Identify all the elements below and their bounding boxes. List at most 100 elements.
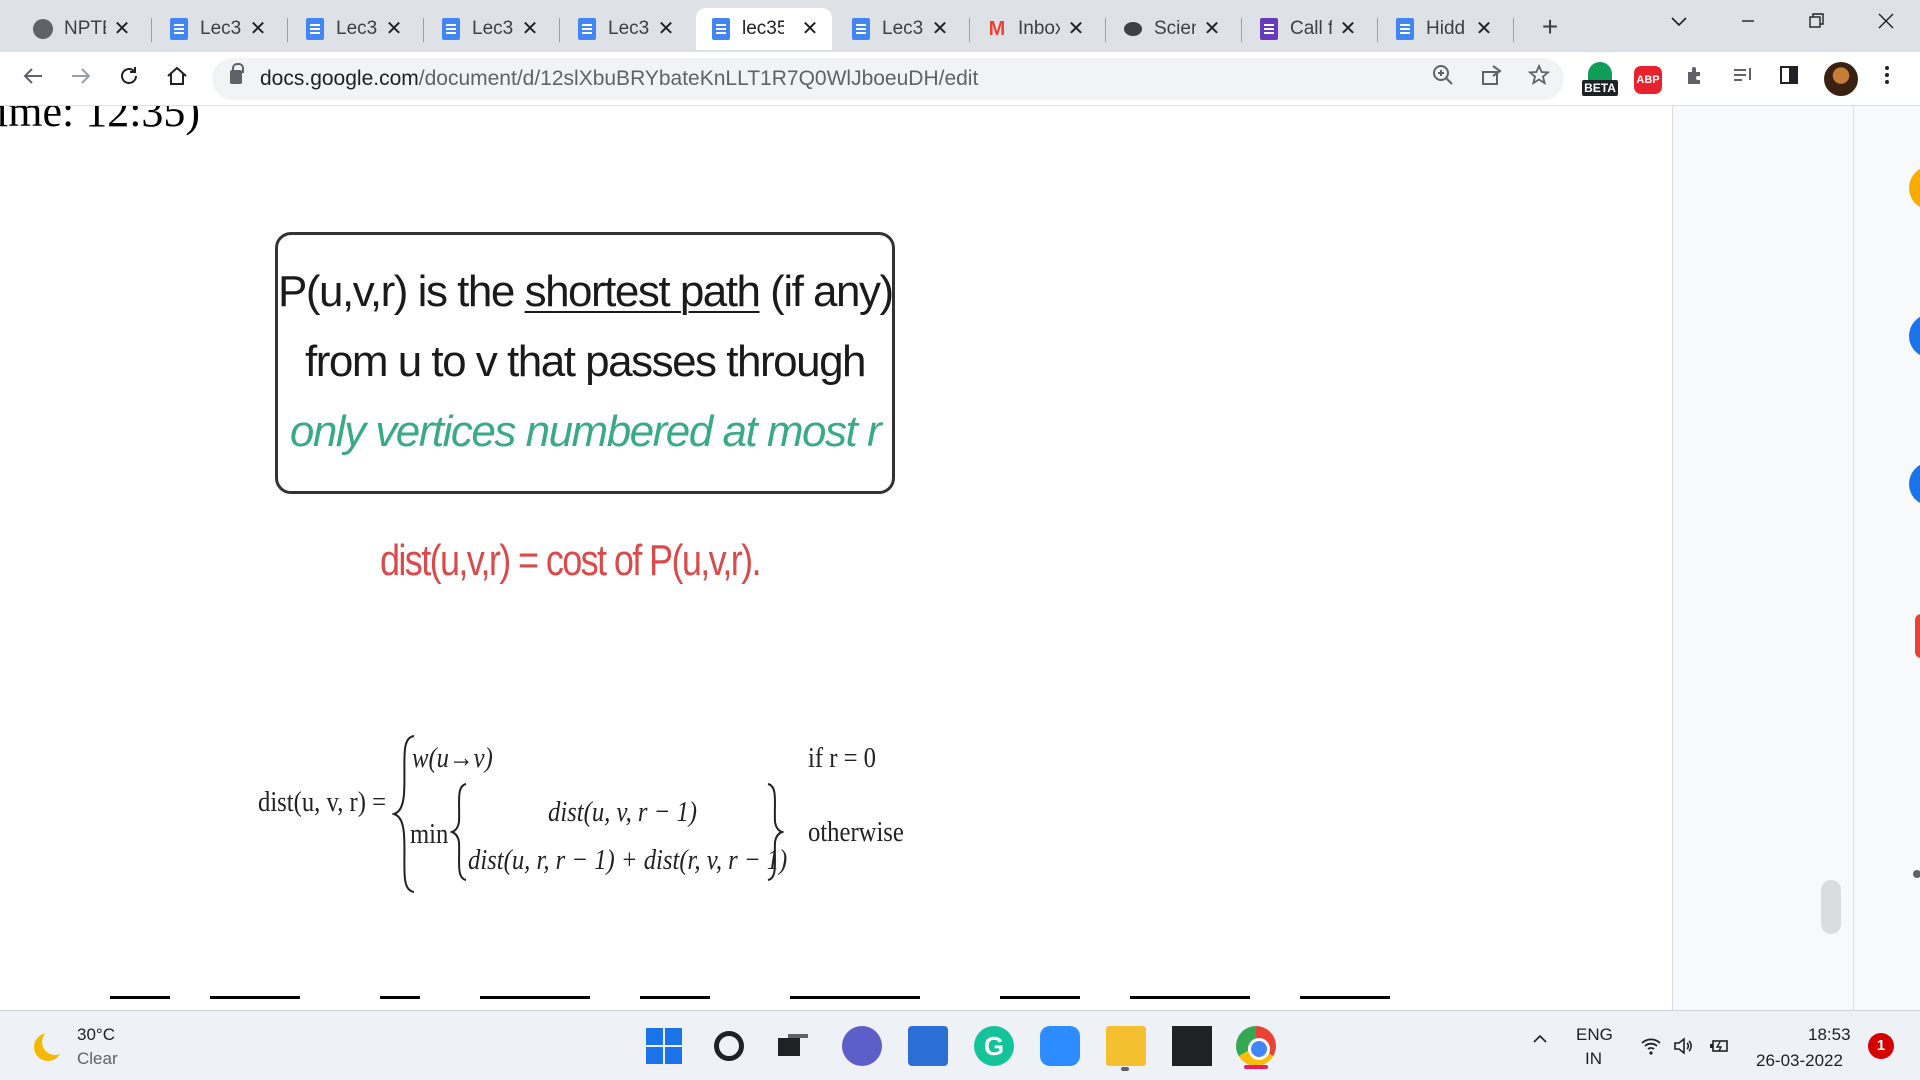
close-tab-icon[interactable]: ✕ [110, 17, 134, 41]
min-left-brace [450, 783, 467, 881]
tab-separator [1377, 18, 1378, 42]
beta-badge: BETA [1582, 80, 1618, 96]
browser-tab-active[interactable]: lec35 ✕ [696, 8, 832, 50]
address-bar[interactable]: docs.google.com/document/d/12slXbuBRYbat… [212, 58, 1564, 100]
panel-divider [1853, 106, 1854, 1010]
min-operator: min [410, 818, 449, 850]
tasks-icon[interactable] [1909, 462, 1920, 506]
case2-condition: otherwise [808, 816, 904, 848]
close-tab-icon[interactable]: ✕ [1472, 17, 1496, 41]
search-icon[interactable] [714, 1031, 744, 1061]
reading-list-icon[interactable] [1726, 62, 1760, 96]
clock-time[interactable]: 18:53 [1808, 1025, 1851, 1045]
reload-icon[interactable] [110, 60, 148, 98]
tab-search-chevron-icon[interactable] [1659, 6, 1699, 42]
browser-tab[interactable]: Lec3 ✕ [290, 8, 416, 50]
wifi-icon[interactable] [1640, 1035, 1662, 1057]
grammarly-beta-extension-icon[interactable]: BETA [1580, 62, 1620, 98]
home-icon[interactable] [158, 60, 196, 98]
document-page: ime: 12:35) P(u,v,r) is the shortest pat… [0, 106, 1672, 1010]
close-tab-icon[interactable]: ✕ [798, 17, 822, 41]
close-tab-icon[interactable]: ✕ [1200, 17, 1224, 41]
sticky-notes-icon[interactable] [1172, 1026, 1212, 1066]
tab-separator [423, 18, 424, 42]
close-tab-icon[interactable]: ✕ [928, 17, 952, 41]
tab-title: Lec3 [200, 18, 242, 39]
browser-tab[interactable]: Lec3 ✕ [836, 8, 962, 50]
back-arrow-icon[interactable] [14, 60, 52, 98]
close-tab-icon[interactable]: ✕ [246, 17, 270, 41]
browser-tab[interactable]: Scien ✕ [1108, 8, 1234, 50]
browser-tab[interactable]: Hidd ✕ [1380, 8, 1506, 50]
share-icon[interactable] [1476, 64, 1506, 94]
close-window-button[interactable] [1866, 6, 1906, 42]
clock-date[interactable]: 26-03-2022 [1756, 1051, 1843, 1071]
close-tab-icon[interactable]: ✕ [654, 17, 678, 41]
lock-icon[interactable] [230, 63, 244, 84]
moon-weather-icon[interactable] [34, 1029, 68, 1061]
google-docs-icon [304, 18, 326, 40]
close-tab-icon[interactable]: ✕ [382, 17, 406, 41]
browser-tab[interactable]: Call f ✕ [1244, 8, 1370, 50]
close-tab-icon[interactable]: ✕ [1336, 17, 1360, 41]
zoom-app-icon[interactable] [1040, 1026, 1080, 1066]
globe-icon [32, 18, 54, 40]
browser-tab[interactable]: Lec3 ✕ [426, 8, 552, 50]
definition-line-1: P(u,v,r) is the shortest path (if any) [278, 267, 894, 317]
language-indicator[interactable]: ENG [1576, 1025, 1613, 1045]
tab-separator [151, 18, 152, 42]
tab-separator [1241, 18, 1242, 42]
volume-icon[interactable] [1672, 1035, 1694, 1057]
browser-tab[interactable]: Lec3 ✕ [562, 8, 688, 50]
kebab-menu-icon[interactable] [1870, 62, 1904, 96]
tab-strip: NPTE ✕ Lec3 ✕ Lec3 ✕ Lec3 ✕ Lec3 ✕ lec35… [0, 0, 1920, 52]
task-view-icon[interactable] [774, 1026, 814, 1066]
calendar-icon[interactable] [1909, 314, 1920, 358]
url-path: /document/d/12slXbuBRYbateKnLLT1R7Q0WlJb… [418, 67, 979, 90]
browser-tab[interactable]: M Inbox ✕ [972, 8, 1098, 50]
url-host: docs.google.com [260, 67, 419, 90]
add-on-dot-icon[interactable] [1913, 870, 1920, 878]
bookmark-star-icon[interactable] [1524, 63, 1554, 94]
file-explorer-icon[interactable] [1106, 1026, 1146, 1066]
forward-arrow-icon[interactable] [62, 60, 100, 98]
url-text[interactable]: docs.google.com/document/d/12slXbuBRYbat… [260, 67, 978, 91]
browser-tab[interactable]: NPTE ✕ [18, 8, 144, 50]
battery-icon[interactable] [1708, 1035, 1730, 1057]
chrome-icon[interactable] [1236, 1026, 1276, 1066]
restore-button[interactable] [1796, 6, 1836, 42]
notification-badge[interactable]: 1 [1868, 1033, 1894, 1059]
close-tab-icon[interactable]: ✕ [518, 17, 542, 41]
min-option-2: dist(u, r, r − 1) + dist(r, v, r − 1) [468, 844, 788, 876]
windows-start-icon[interactable] [644, 1026, 684, 1066]
tab-title: Call f [1290, 18, 1332, 39]
side-panel-icon[interactable] [1772, 62, 1806, 96]
minimize-button[interactable] [1728, 6, 1768, 42]
grammarly-icon[interactable]: G [974, 1026, 1014, 1066]
recurrence-lhs: dist(u, v, r) = [258, 786, 387, 818]
weather-temperature[interactable]: 30°C [77, 1025, 115, 1045]
weather-condition[interactable]: Clear [77, 1049, 118, 1069]
maps-icon[interactable] [1915, 614, 1920, 658]
language-region[interactable]: IN [1585, 1049, 1602, 1069]
tab-separator [969, 18, 970, 42]
shortest-path-underlined: shortest path [524, 267, 761, 316]
chat-icon [1122, 18, 1144, 40]
adblock-plus-icon[interactable]: ABP [1634, 66, 1662, 94]
cut-off-text-line [0, 986, 1480, 1010]
extensions-puzzle-icon[interactable] [1678, 62, 1712, 96]
dist-cost-equation: dist(u,v,r) = cost of P(u,v,r). [380, 536, 762, 585]
gmail-icon: M [988, 17, 1006, 40]
keep-icon[interactable] [1909, 166, 1920, 210]
extension-arc [1588, 62, 1612, 82]
close-tab-icon[interactable]: ✕ [1064, 17, 1088, 41]
zoom-icon[interactable] [1428, 64, 1458, 94]
profile-avatar[interactable] [1824, 62, 1858, 96]
microsoft-store-icon[interactable] [908, 1026, 948, 1066]
google-docs-icon [710, 18, 732, 40]
new-tab-button[interactable]: + [1532, 10, 1568, 46]
scrollbar-thumb[interactable] [1821, 880, 1841, 934]
browser-tab[interactable]: Lec3 ✕ [154, 8, 280, 50]
chat-app-icon[interactable] [842, 1026, 882, 1066]
tray-chevron-up-icon[interactable] [1530, 1029, 1550, 1055]
